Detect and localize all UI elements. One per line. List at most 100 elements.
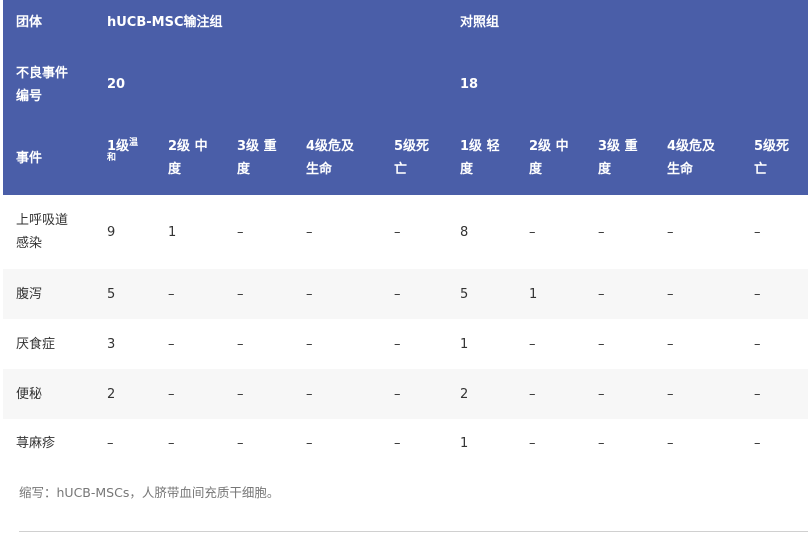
value-cell: 1 <box>460 436 469 451</box>
value-cell: 1 <box>529 287 538 302</box>
adverse-label: 不良事件 编号 <box>16 62 68 108</box>
value-cell: – <box>394 436 401 451</box>
value-cell: – <box>667 387 674 402</box>
grade-4-treatment-l2: 生命 <box>306 162 333 177</box>
value-cell: – <box>529 436 536 451</box>
grade-5-control-l2: 亡 <box>754 162 768 177</box>
value-cell: – <box>107 436 114 451</box>
value-cell: – <box>667 436 674 451</box>
grade-3-treatment-l2: 度 <box>237 162 251 177</box>
value-cell: – <box>529 337 536 352</box>
adverse-events-table: 团体 hUCB-MSC输注组 对照组 不良事件 编号 20 18 事件 1级温 … <box>0 0 808 534</box>
value-cell: – <box>306 287 313 302</box>
event-name: 荨麻疹 <box>16 436 56 451</box>
value-cell: – <box>168 287 175 302</box>
grade-1-treatment-sup1: 温 <box>129 138 139 148</box>
value-cell: 5 <box>107 287 116 302</box>
value-cell: – <box>598 337 605 352</box>
grade-4-treatment: 4级危及 生命 <box>306 135 354 181</box>
value-cell: – <box>667 287 674 302</box>
count-treatment: 20 <box>107 77 126 92</box>
adverse-label-line1: 不良事件 <box>16 66 69 81</box>
event-name-l1: 上呼吸道 <box>16 213 69 228</box>
value-cell: – <box>394 337 401 352</box>
event-name: 腹泻 <box>16 287 43 302</box>
value-cell: 1 <box>168 225 177 240</box>
grade-5-treatment: 5级死 亡 <box>394 135 429 181</box>
value-cell: – <box>754 225 761 240</box>
grade-2-treatment-l2: 度 <box>168 162 182 177</box>
value-cell: – <box>394 225 401 240</box>
value-cell: – <box>306 436 313 451</box>
grade-5-treatment-l1: 5级死 <box>394 139 430 154</box>
adverse-label-line2: 编号 <box>16 89 43 104</box>
divider <box>19 531 808 532</box>
table-row: 荨麻疹 – – – – – 1 – – – – <box>3 419 808 469</box>
grade-3-control-l1: 3级 重 <box>598 139 638 154</box>
table-row: 上呼吸道 感染 9 1 – – – 8 – – – – <box>3 195 808 269</box>
group-label: 团体 <box>16 15 43 30</box>
value-cell: – <box>168 337 175 352</box>
value-cell: 3 <box>107 337 116 352</box>
value-cell: – <box>394 287 401 302</box>
table-header: 团体 hUCB-MSC输注组 对照组 不良事件 编号 20 18 事件 1级温 … <box>3 0 808 195</box>
grade-2-control: 2级 中 度 <box>529 135 569 181</box>
grade-2-treatment-l1: 2级 中 <box>168 139 208 154</box>
value-cell: – <box>237 436 244 451</box>
grade-5-control: 5级死 亡 <box>754 135 789 181</box>
event-name: 上呼吸道 感染 <box>16 209 68 255</box>
value-cell: – <box>667 225 674 240</box>
group-control: 对照组 <box>460 15 500 30</box>
event-name-l2: 感染 <box>16 236 43 251</box>
value-cell: – <box>168 436 175 451</box>
value-cell: – <box>237 287 244 302</box>
value-cell: 2 <box>107 387 116 402</box>
grade-4-control-l1: 4级危及 <box>667 139 716 154</box>
grade-4-control: 4级危及 生命 <box>667 135 715 181</box>
value-cell: 9 <box>107 225 116 240</box>
value-cell: – <box>306 387 313 402</box>
grade-2-treatment: 2级 中 度 <box>168 135 208 181</box>
grade-3-treatment-l1: 3级 重 <box>237 139 277 154</box>
value-cell: – <box>306 225 313 240</box>
grade-4-treatment-l1: 4级危及 <box>306 139 355 154</box>
grade-4-control-l2: 生命 <box>667 162 694 177</box>
grade-3-control: 3级 重 度 <box>598 135 638 181</box>
value-cell: – <box>168 387 175 402</box>
value-cell: – <box>237 387 244 402</box>
table-row: 厌食症 3 – – – – 1 – – – – <box>3 319 808 369</box>
table-row: 便秘 2 – – – – 2 – – – – <box>3 369 808 419</box>
value-cell: – <box>529 387 536 402</box>
value-cell: – <box>306 337 313 352</box>
grade-5-control-l1: 5级死 <box>754 139 790 154</box>
value-cell: 2 <box>460 387 469 402</box>
value-cell: – <box>754 287 761 302</box>
value-cell: – <box>667 337 674 352</box>
value-cell: – <box>598 225 605 240</box>
value-cell: – <box>237 225 244 240</box>
grade-3-control-l2: 度 <box>598 162 612 177</box>
count-control: 18 <box>460 77 479 92</box>
grade-3-treatment: 3级 重 度 <box>237 135 277 181</box>
value-cell: – <box>529 225 536 240</box>
value-cell: – <box>754 387 761 402</box>
group-treatment: hUCB-MSC输注组 <box>107 15 223 30</box>
value-cell: – <box>237 337 244 352</box>
value-cell: 5 <box>460 287 469 302</box>
grade-2-control-l2: 度 <box>529 162 543 177</box>
event-name: 便秘 <box>16 387 43 402</box>
grade-1-control: 1级 轻 度 <box>460 135 500 181</box>
grade-1-control-l1: 1级 轻 <box>460 139 500 154</box>
value-cell: – <box>598 287 605 302</box>
value-cell: – <box>598 387 605 402</box>
event-name: 厌食症 <box>16 337 56 352</box>
event-label: 事件 <box>16 151 43 166</box>
value-cell: – <box>754 436 761 451</box>
table-row: 腹泻 5 – – – – 5 1 – – – <box>3 269 808 319</box>
table-footnote: 缩写：hUCB-MSCs，人脐带血间充质干细胞。 <box>19 485 280 500</box>
grade-1-treatment: 1级温 和 <box>107 135 138 164</box>
value-cell: 8 <box>460 225 469 240</box>
value-cell: – <box>598 436 605 451</box>
grade-1-control-l2: 度 <box>460 162 474 177</box>
grade-2-control-l1: 2级 中 <box>529 139 569 154</box>
